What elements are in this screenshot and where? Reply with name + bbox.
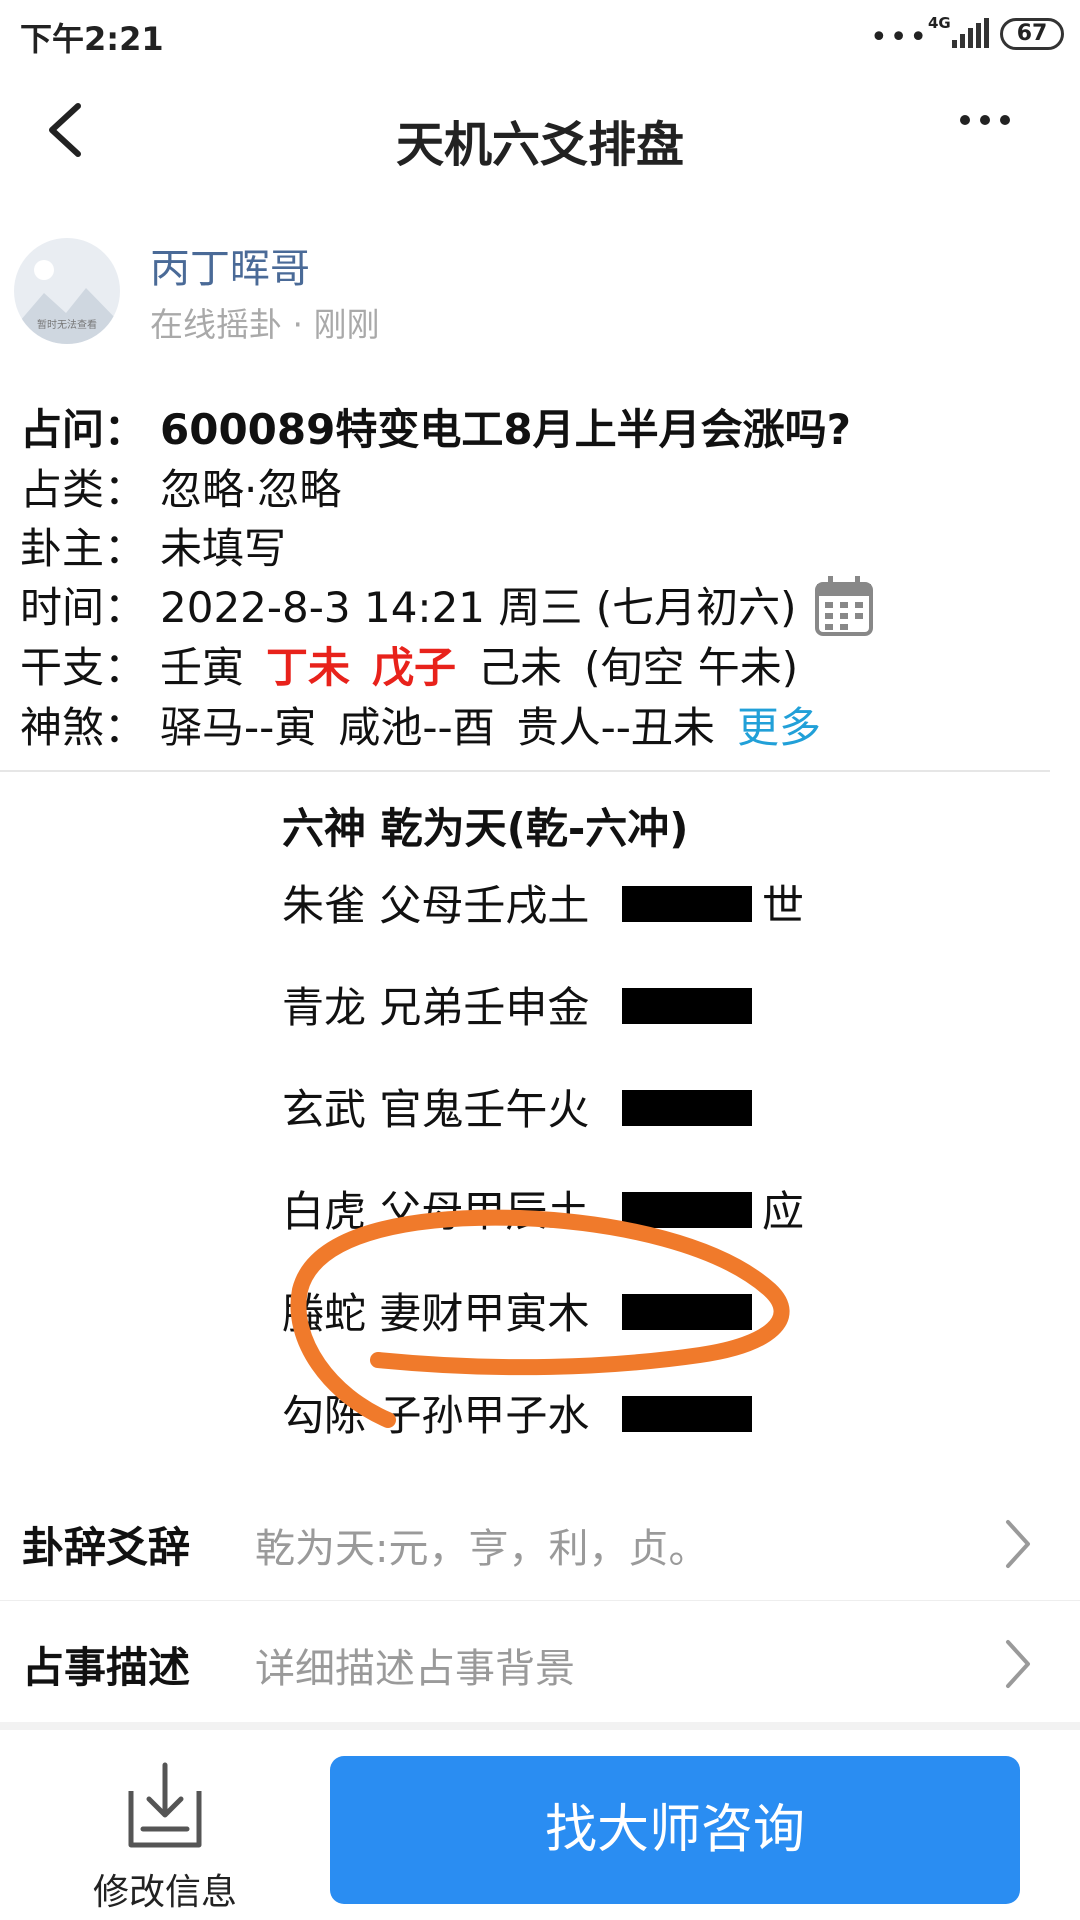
ganzhi-year: 壬寅 [160,643,245,692]
hexagram-header: 六神 乾为天(乾-六冲) [282,804,689,853]
line-label: 朱雀 父母壬戌土 [282,881,590,930]
line-label: 勾陈 子孙甲子水 [282,1391,590,1440]
description-row[interactable]: 占事描述 详细描述占事背景 [0,1608,1080,1718]
description-label: 占事描述 [22,1643,191,1692]
line-marker: 应 [762,1187,805,1236]
ganzhi-void: (旬空 午未) [584,643,799,692]
ganzhi-row: 干支： 壬寅 丁未 戊子 己未 (旬空 午未) [20,634,798,695]
edit-info-button[interactable]: 修改信息 [60,1755,270,1915]
yang-line-bar [622,1192,752,1228]
divider [0,1600,1080,1601]
page-title: 天机六爻排盘 [395,117,684,173]
user-name[interactable]: 丙丁晖哥 [150,236,310,294]
owner-label: 卦主： [20,524,147,573]
more-icon [960,115,1010,125]
category-row: 占类： 忽略·忽略 [20,456,341,517]
yao-text-label: 卦辞爻辞 [22,1523,191,1572]
ganzhi-day: 戊子 [372,643,457,692]
question-value: 600089特变电工8月上半月会涨吗? [160,405,851,454]
edit-info-label: 修改信息 [92,1872,237,1913]
line-label: 白虎 父母甲辰土 [282,1187,590,1236]
shensha-item: 咸池--酉 [338,703,495,752]
signal-icon [952,18,989,48]
time-row: 时间： 2022-8-3 14:21 周三 (七月初六) [20,574,797,635]
divider [0,1722,1080,1730]
ganzhi-label: 干支： [20,643,147,692]
status-more-dots: ••• [870,20,930,55]
chevron-right-icon [1006,1640,1030,1688]
divider [0,770,1050,772]
shensha-more-link[interactable]: 更多 [737,703,821,752]
shensha-item: 驿马--寅 [160,703,317,752]
time-value: 2022-8-3 14:21 周三 (七月初六) [160,583,797,632]
ganzhi-hour: 己未 [478,643,563,692]
status-time: 下午2:21 [20,20,164,58]
ganzhi-month: 丁未 [266,643,351,692]
yang-line-bar [622,1294,752,1330]
consult-master-button[interactable]: 找大师咨询 [330,1756,1020,1904]
shensha-row: 神煞： 驿马--寅 咸池--酉 贵人--丑未 更多 [20,694,821,755]
yang-line-bar [622,886,752,922]
battery-icon: 67 [1000,18,1064,50]
line-label: 玄武 官鬼壬午火 [282,1085,590,1134]
shensha-label: 神煞： [20,703,147,752]
yao-text-value: 乾为天:元，亨，利，贞。 [255,1526,709,1572]
avatar[interactable]: 暂时无法查看 [14,238,120,344]
question-label: 占问： [20,405,147,454]
avatar-caption: 暂时无法查看 [37,320,97,331]
network-type: 4G [928,14,951,32]
description-placeholder: 详细描述占事背景 [255,1646,575,1692]
category-label: 占类： [20,465,147,514]
line-label: 螣蛇 妻财甲寅木 [282,1289,590,1338]
yao-text-row[interactable]: 卦辞爻辞 乾为天:元，亨，利，贞。 [0,1488,1080,1598]
question-row: 占问： 600089特变电工8月上半月会涨吗? [20,396,851,457]
line-label: 青龙 兄弟壬申金 [282,983,590,1032]
chevron-right-icon [1006,1520,1030,1568]
owner-row: 卦主： 未填写 [20,515,286,576]
time-label: 时间： [20,583,147,632]
user-meta: 在线摇卦 · 刚刚 [150,305,380,344]
category-value: 忽略·忽略 [160,465,342,514]
line-marker: 世 [762,881,805,930]
owner-value: 未填写 [160,524,287,573]
more-options-button[interactable] [955,105,1035,165]
yang-line-bar [622,1090,752,1126]
yang-line-bar [622,988,752,1024]
yang-line-bar [622,1396,752,1432]
download-edit-icon [128,1762,202,1848]
calendar-icon[interactable] [815,576,873,636]
shensha-item: 贵人--丑未 [516,703,715,752]
